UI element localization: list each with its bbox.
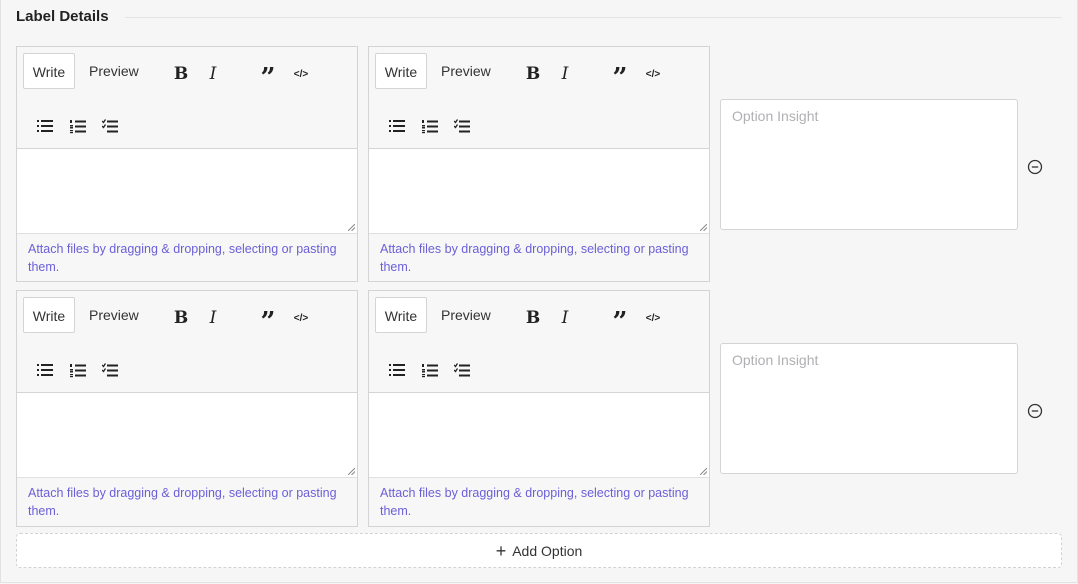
tab-preview[interactable]: Preview <box>434 53 498 89</box>
bold-icon[interactable]: B <box>523 308 543 328</box>
editor-textarea[interactable] <box>369 149 709 234</box>
task-list-icon[interactable] <box>452 360 472 380</box>
unordered-list-icon[interactable] <box>387 360 407 380</box>
attach-files-link[interactable]: Attach files by dragging & dropping, sel… <box>17 478 357 520</box>
tab-write[interactable]: Write <box>23 53 75 89</box>
tab-write[interactable]: Write <box>23 297 75 333</box>
option-insight-input[interactable]: Option Insight <box>720 343 1018 474</box>
editor-toolbar: Write Preview B I ” </> <box>369 47 709 149</box>
tab-preview[interactable]: Preview <box>434 297 498 333</box>
plus-icon: + <box>495 540 507 561</box>
tab-preview[interactable]: Preview <box>82 53 146 89</box>
label-editor: Write Preview B I ” </> Attach files by … <box>16 46 358 282</box>
label-editor: Write Preview B I ” </> Attach files by … <box>16 290 358 527</box>
quote-icon[interactable]: ” <box>258 63 278 91</box>
unordered-list-icon[interactable] <box>35 116 55 136</box>
task-list-icon[interactable] <box>452 116 472 136</box>
ordered-list-icon[interactable] <box>68 116 88 136</box>
italic-icon[interactable]: I <box>203 64 223 84</box>
resize-handle-icon[interactable] <box>348 224 355 231</box>
tab-write[interactable]: Write <box>375 297 427 333</box>
italic-icon[interactable]: I <box>555 308 575 328</box>
resize-handle-icon[interactable] <box>700 224 707 231</box>
editor-toolbar: Write Preview B I ” </> <box>17 291 357 393</box>
resize-handle-icon[interactable] <box>700 468 707 475</box>
add-option-button[interactable]: + Add Option <box>16 533 1062 568</box>
code-icon[interactable]: </> <box>291 308 311 328</box>
attach-files-link[interactable]: Attach files by dragging & dropping, sel… <box>369 478 709 520</box>
resize-handle-icon[interactable] <box>348 468 355 475</box>
minus-circle-icon[interactable] <box>1027 159 1043 175</box>
ordered-list-icon[interactable] <box>420 116 440 136</box>
editor-toolbar: Write Preview B I ” </> <box>369 291 709 393</box>
add-option-label: Add Option <box>512 542 583 559</box>
section-divider <box>124 16 1062 18</box>
task-list-icon[interactable] <box>100 360 120 380</box>
bold-icon[interactable]: B <box>523 64 543 84</box>
option-insight-input[interactable]: Option Insight <box>720 99 1018 230</box>
bold-icon[interactable]: B <box>171 308 191 328</box>
code-icon[interactable]: </> <box>643 64 663 84</box>
task-list-icon[interactable] <box>100 116 120 136</box>
editor-textarea[interactable] <box>17 393 357 478</box>
quote-icon[interactable]: ” <box>610 63 630 91</box>
italic-icon[interactable]: I <box>203 308 223 328</box>
editor-textarea[interactable] <box>17 149 357 234</box>
minus-circle-icon[interactable] <box>1027 403 1043 419</box>
ordered-list-icon[interactable] <box>420 360 440 380</box>
attach-files-link[interactable]: Attach files by dragging & dropping, sel… <box>17 234 357 276</box>
tab-preview[interactable]: Preview <box>82 297 146 333</box>
description-editor: Write Preview B I ” </> Attach files by … <box>368 290 710 527</box>
unordered-list-icon[interactable] <box>35 360 55 380</box>
section-header: Label Details <box>16 5 1062 27</box>
quote-icon[interactable]: ” <box>610 307 630 335</box>
description-editor: Write Preview B I ” </> Attach files by … <box>368 46 710 282</box>
tab-write[interactable]: Write <box>375 53 427 89</box>
italic-icon[interactable]: I <box>555 64 575 84</box>
code-icon[interactable]: </> <box>643 308 663 328</box>
quote-icon[interactable]: ” <box>258 307 278 335</box>
ordered-list-icon[interactable] <box>68 360 88 380</box>
unordered-list-icon[interactable] <box>387 116 407 136</box>
editor-textarea[interactable] <box>369 393 709 478</box>
attach-files-link[interactable]: Attach files by dragging & dropping, sel… <box>369 234 709 276</box>
code-icon[interactable]: </> <box>291 64 311 84</box>
section-title: Label Details <box>16 7 109 25</box>
bold-icon[interactable]: B <box>171 64 191 84</box>
editor-toolbar: Write Preview B I ” </> <box>17 47 357 149</box>
